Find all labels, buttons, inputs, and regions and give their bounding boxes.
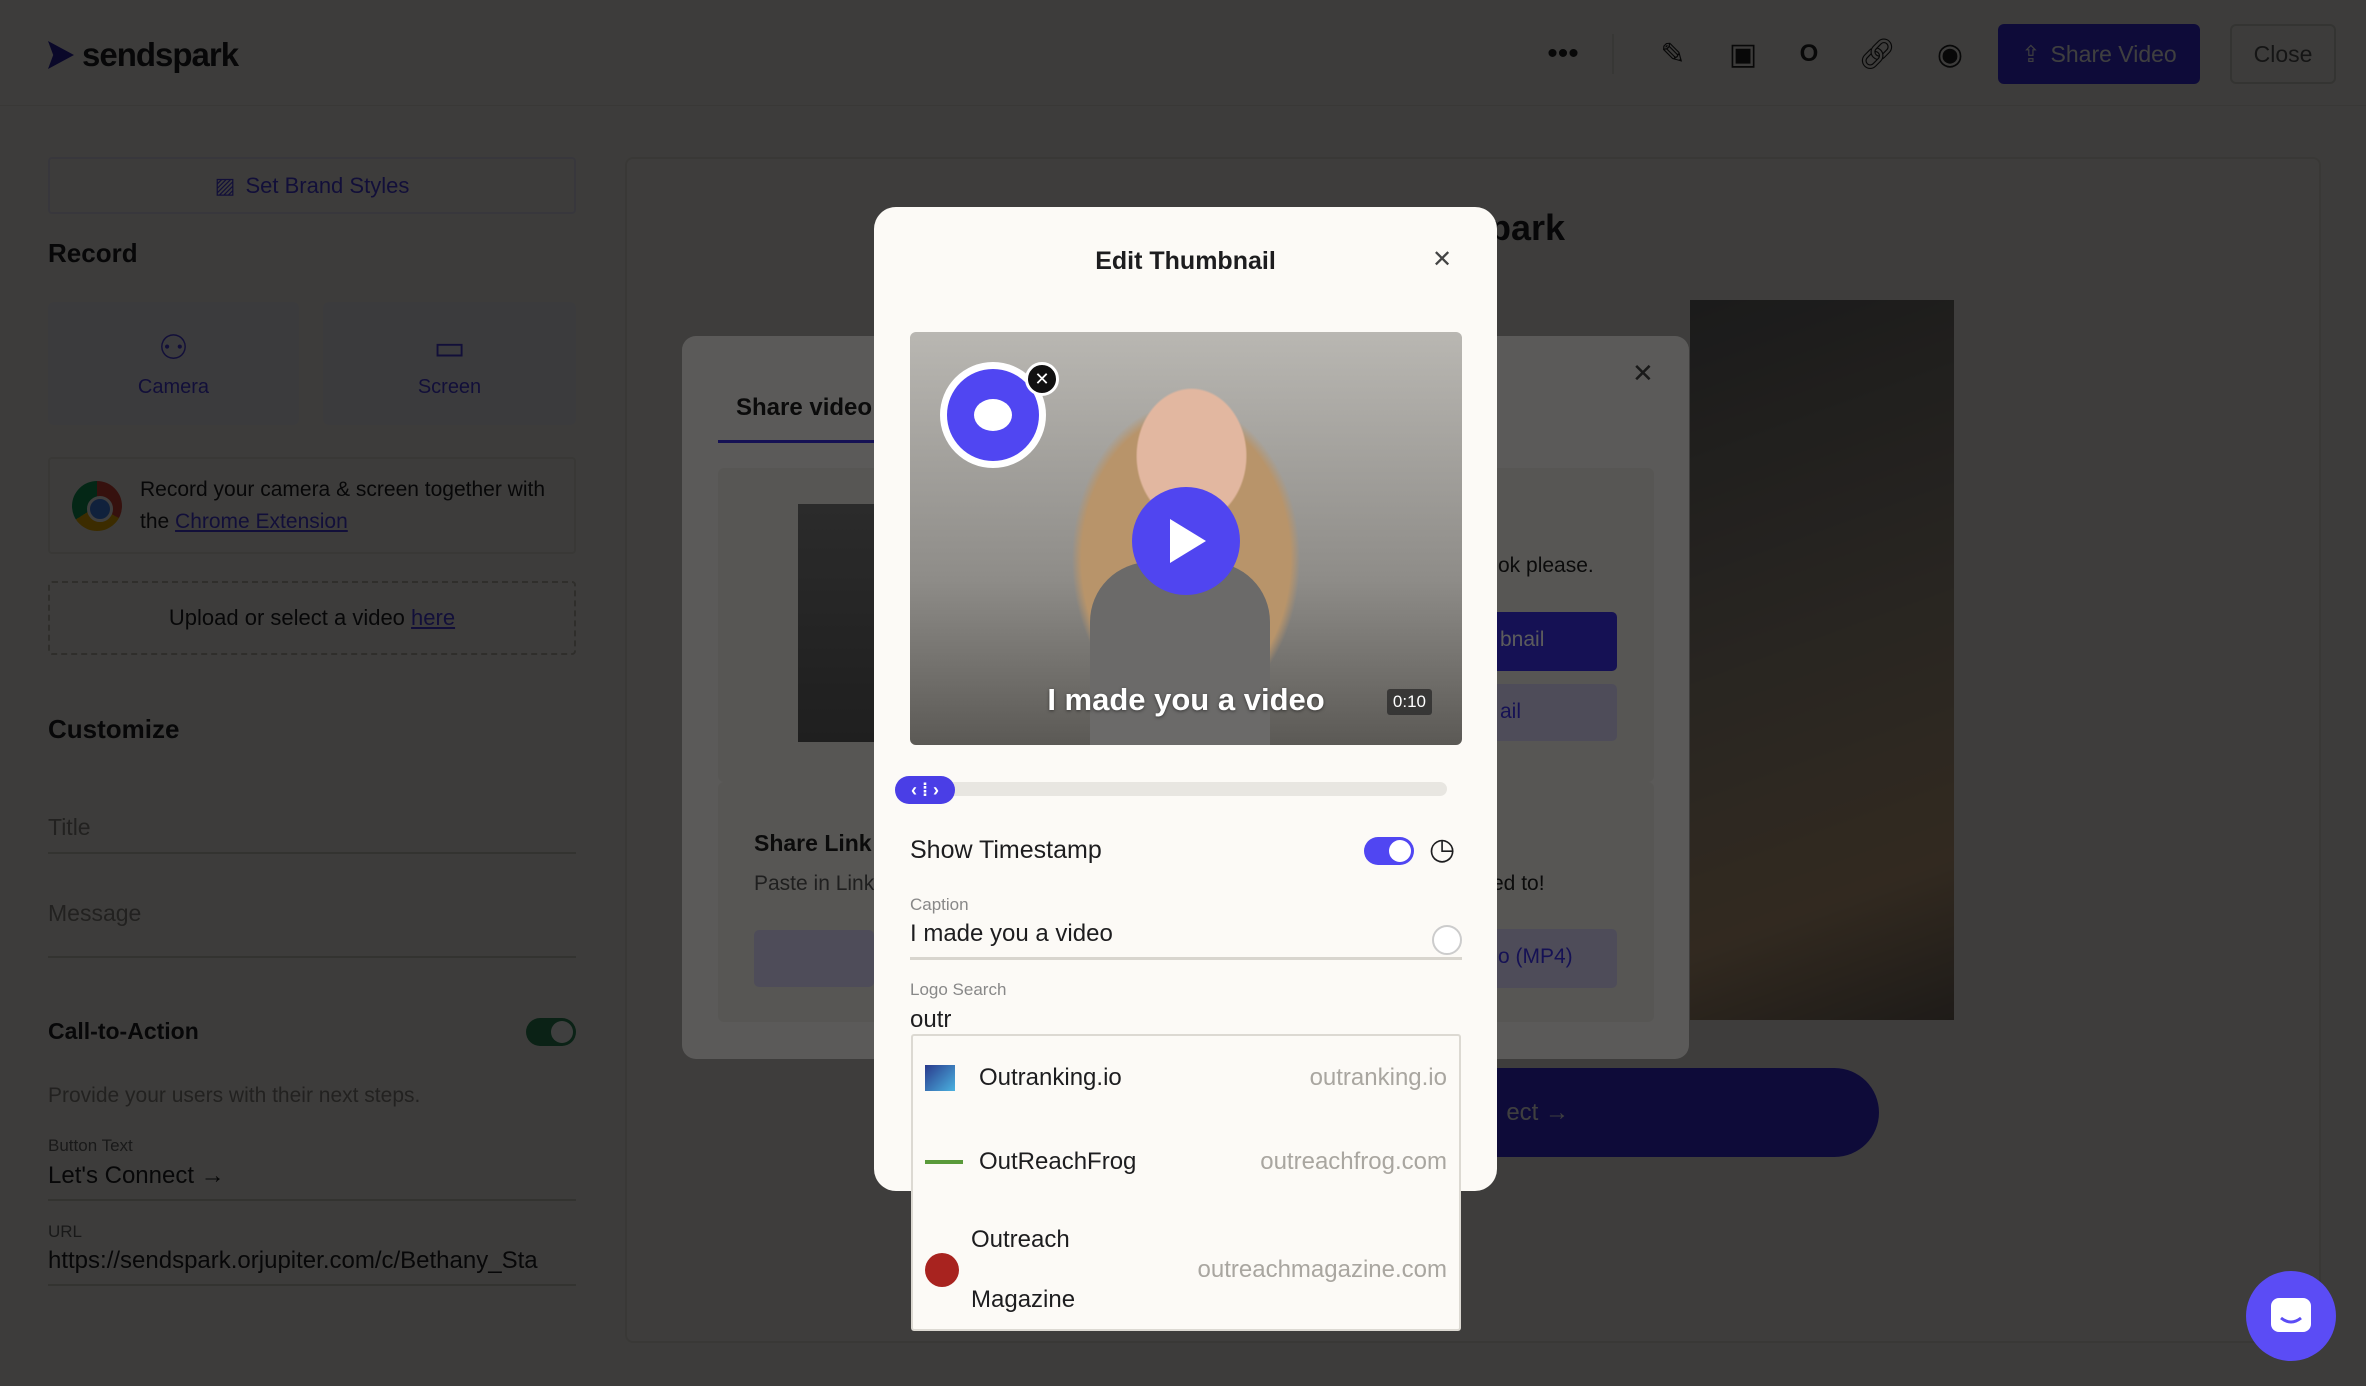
clock-icon: ◷	[1429, 833, 1456, 866]
remove-logo-icon[interactable]: ✕	[1025, 362, 1059, 396]
caption-value: I made you a video	[910, 920, 1113, 947]
logo-results-dropdown: Outranking.io outranking.io OutReachFrog o…	[911, 1034, 1461, 1331]
card-text: ok please.	[1498, 554, 1594, 577]
preview-icon[interactable]: ◉	[1932, 36, 1968, 72]
outlook-icon[interactable]: O	[1791, 36, 1827, 72]
download-mp4-button[interactable]: o (MP4)	[1492, 929, 1617, 988]
logo-result[interactable]: OutReachFrog outreachfrog.com	[913, 1130, 1459, 1194]
video-caption: I made you a video	[1047, 682, 1325, 717]
chrome-extension-banner: Record your camera & screen together wit…	[48, 457, 576, 554]
sendspark-logo[interactable]: sendspark	[48, 36, 239, 74]
share-link-heading: Share Link	[754, 830, 872, 856]
outreachfrog-logo-icon	[925, 1160, 963, 1164]
thumbnail-preview[interactable]: ✕ I made you a video 0:10	[910, 332, 1462, 745]
result-name: Outreach Magazine	[971, 1226, 1076, 1313]
cta-description: Provide your users with their next steps…	[48, 1084, 421, 1107]
result-domain: outreachmagazine.com	[1197, 1256, 1447, 1283]
palette-icon: ▨	[214, 172, 236, 198]
caption-label: Caption	[910, 895, 969, 914]
upload-area[interactable]: Upload or select a video here	[48, 581, 576, 655]
record-heading: Record	[48, 238, 138, 268]
result-name: OutReachFrog	[979, 1148, 1137, 1175]
card-text-2: ed to!	[1492, 872, 1545, 895]
message-input[interactable]: Message	[48, 900, 576, 958]
thumbnail-icon[interactable]: ▣	[1725, 36, 1761, 72]
customize-heading: Customize	[48, 714, 180, 744]
monitor-icon: ▭	[433, 329, 466, 367]
logo-search-label: Logo Search	[910, 980, 1007, 999]
close-button[interactable]: Close	[2230, 24, 2336, 84]
screen-label: Screen	[417, 376, 482, 398]
chrome-icon	[72, 480, 122, 531]
screen-button[interactable]: ▭ Screen	[323, 302, 576, 425]
share-video-label: Share Video	[2050, 40, 2177, 67]
cta-toggle[interactable]	[526, 1018, 576, 1046]
button-text-label: Button Text	[48, 1136, 133, 1155]
show-timestamp-label: Show Timestamp	[910, 836, 1102, 864]
copy-link-button[interactable]	[754, 930, 874, 987]
title-placeholder: Title	[48, 814, 91, 840]
result-name: Outranking.io	[979, 1064, 1122, 1091]
divider	[1612, 34, 1614, 74]
outranking-logo-icon	[925, 1065, 955, 1091]
chat-icon	[2271, 1298, 2311, 1332]
preview-cta-label: ect →	[1506, 1098, 1569, 1126]
upload-icon: ⇪	[2021, 40, 2041, 67]
camera-button[interactable]: ⚇ Camera	[48, 302, 299, 425]
video-duration: 0:10	[1386, 689, 1432, 715]
share-video-button[interactable]: ⇪ Share Video	[1998, 24, 2200, 84]
logo-result[interactable]: Outreach Magazine outreachmagazine.com	[913, 1214, 1459, 1326]
close-icon[interactable]: ✕	[1432, 245, 1452, 274]
person-icon: ⚇	[158, 329, 189, 367]
camera-label: Camera	[137, 376, 210, 398]
url-value: https://sendspark.orjupiter.com/c/Bethan…	[48, 1247, 538, 1274]
edit-icon[interactable]: ✎	[1655, 36, 1691, 72]
more-icon[interactable]: •••	[1545, 36, 1581, 72]
frame-slider[interactable]	[895, 782, 1447, 796]
preview-brand: park	[1489, 207, 1566, 248]
cta-heading: Call-to-Action	[48, 1018, 199, 1044]
top-bar: sendspark ••• ✎ ▣ O 🔗︎ ◉ ⇪ Share Video Cl…	[0, 0, 2366, 106]
button-text-value: Let's Connect →	[48, 1162, 225, 1189]
tab-share-video[interactable]: Share video	[736, 394, 872, 422]
modal-title: Edit Thumbnail	[1095, 247, 1276, 275]
url-input[interactable]: https://sendspark.orjupiter.com/c/Bethan…	[48, 1247, 576, 1286]
tab-underline	[718, 440, 878, 443]
title-input[interactable]: Title	[48, 814, 576, 854]
brand-styles-label: Set Brand Styles	[245, 172, 410, 198]
share-link-desc: Paste in Link	[754, 872, 875, 895]
chat-launcher[interactable]	[2246, 1271, 2336, 1361]
set-brand-styles-button[interactable]: ▨ Set Brand Styles	[48, 157, 576, 214]
logo-search-input[interactable]: outr	[910, 1006, 951, 1034]
play-button[interactable]	[1132, 487, 1240, 595]
message-placeholder: Message	[48, 900, 142, 926]
link-icon[interactable]: 🔗︎	[1858, 36, 1896, 72]
slider-handle[interactable]: ‹ ⁞ ›	[895, 776, 955, 804]
logo-result[interactable]: Outranking.io outranking.io	[913, 1046, 1459, 1110]
upload-text: Upload or select a video	[168, 605, 405, 630]
url-label: URL	[48, 1222, 83, 1241]
preview-video[interactable]	[1690, 300, 1954, 1020]
upload-here-link[interactable]: here	[411, 605, 455, 631]
chrome-extension-link[interactable]: Chrome Extension	[175, 510, 348, 533]
button-text-input[interactable]: Let's Connect →	[48, 1162, 576, 1201]
result-domain: outreachfrog.com	[1260, 1148, 1447, 1175]
logo-text: sendspark	[82, 36, 239, 73]
close-icon[interactable]: ✕	[1632, 358, 1654, 389]
caption-input[interactable]: I made you a video	[910, 920, 1462, 960]
timestamp-toggle[interactable]	[1364, 837, 1414, 865]
thumbnail-button-2[interactable]: ail	[1492, 684, 1617, 741]
play-icon	[1170, 519, 1206, 563]
logo-icon	[48, 41, 74, 69]
outreach-magazine-logo-icon	[925, 1253, 959, 1287]
result-domain: outranking.io	[1309, 1064, 1447, 1091]
caption-color-picker[interactable]	[1432, 925, 1462, 955]
edit-thumbnail-button[interactable]: bnail	[1492, 612, 1617, 671]
